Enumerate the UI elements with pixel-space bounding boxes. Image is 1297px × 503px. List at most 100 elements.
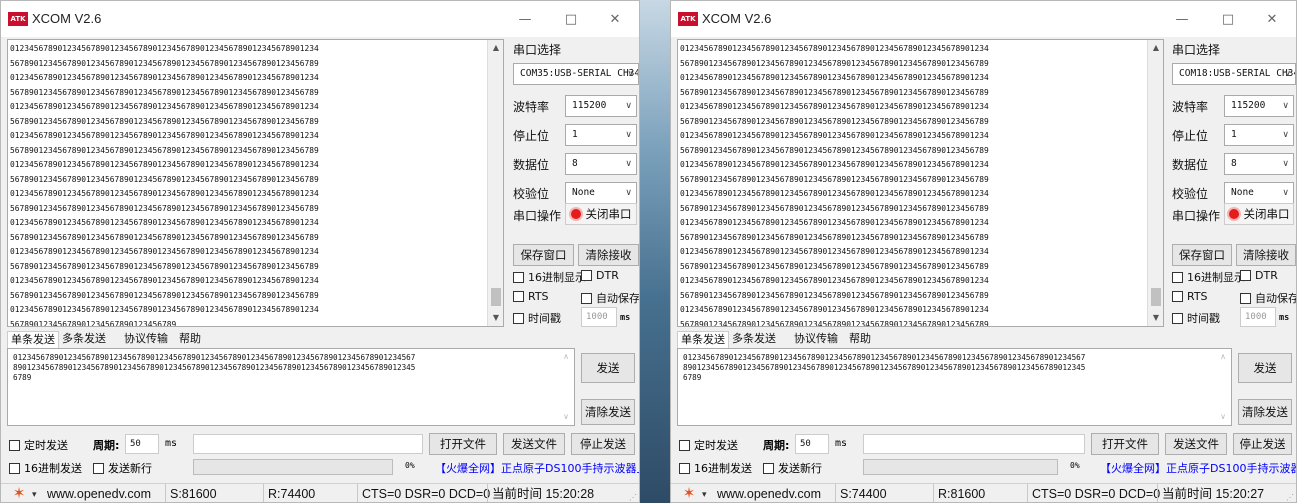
tab-protocol[interactable]: 协议传输 xyxy=(121,331,171,349)
tab-multi-send[interactable]: 多条发送 xyxy=(729,331,779,349)
clear-receive-button[interactable]: 清除接收 xyxy=(578,244,639,266)
hex-display-checkbox[interactable]: 16进制显示 xyxy=(1172,269,1245,285)
dtr-checkbox[interactable]: DTR xyxy=(1240,269,1278,282)
save-window-button[interactable]: 保存窗口 xyxy=(513,244,574,266)
file-path-input[interactable] xyxy=(863,434,1085,454)
close-icon[interactable]: ✕ xyxy=(593,7,637,33)
chevron-down-icon[interactable]: ▾ xyxy=(702,486,707,502)
checkbox-box[interactable] xyxy=(9,440,20,451)
tab-multi-send[interactable]: 多条发送 xyxy=(59,331,109,349)
parity-select[interactable]: None ∨ xyxy=(1224,182,1294,204)
website-link[interactable]: www.openedv.com xyxy=(43,484,151,502)
timestamp-ms-input[interactable]: 1000 xyxy=(1240,307,1276,327)
checkbox-box[interactable] xyxy=(1240,270,1251,281)
minimize-icon[interactable]: — xyxy=(1160,7,1204,33)
maximize-icon[interactable]: □ xyxy=(549,7,593,33)
clear-send-button[interactable]: 清除发送 xyxy=(581,399,635,425)
send-scrollbar[interactable]: ∧ ∨ xyxy=(558,349,574,425)
send-file-button[interactable]: 发送文件 xyxy=(1165,433,1227,455)
data-select[interactable]: 8 ∨ xyxy=(1224,153,1294,175)
checkbox-box[interactable] xyxy=(93,463,104,474)
checkbox-box[interactable] xyxy=(679,463,690,474)
title-bar[interactable]: ATK XCOM V2.6 — □ ✕ xyxy=(671,1,1296,37)
rts-checkbox[interactable]: RTS xyxy=(513,290,549,303)
port-select[interactable]: COM35:USB-SERIAL CH34 ∨ xyxy=(513,63,639,85)
clear-send-button[interactable]: 清除发送 xyxy=(1238,399,1292,425)
receive-textarea[interactable]: 0123456789012345678901234567890123456789… xyxy=(7,39,504,327)
dtr-checkbox[interactable]: DTR xyxy=(581,269,619,282)
scroll-down-icon[interactable]: ∨ xyxy=(558,409,574,425)
checkbox-box[interactable] xyxy=(1172,313,1183,324)
clear-receive-button[interactable]: 清除接收 xyxy=(1236,244,1296,266)
hex-send-checkbox[interactable]: 16进制发送 xyxy=(9,460,82,476)
checkbox-box[interactable] xyxy=(581,270,592,281)
checkbox-box[interactable] xyxy=(1172,291,1183,302)
stop-select[interactable]: 1 ∨ xyxy=(565,124,637,146)
data-select[interactable]: 8 ∨ xyxy=(565,153,637,175)
parity-select[interactable]: None ∨ xyxy=(565,182,637,204)
open-file-button[interactable]: 打开文件 xyxy=(1091,433,1159,455)
checkbox-box[interactable] xyxy=(9,463,20,474)
checkbox-box[interactable] xyxy=(513,291,524,302)
send-newline-checkbox[interactable]: 发送新行 xyxy=(93,460,152,476)
stop-send-button[interactable]: 停止发送 xyxy=(571,433,635,455)
timed-send-checkbox[interactable]: 定时发送 xyxy=(9,437,68,453)
resize-grip-icon[interactable]: ⋰ xyxy=(1286,493,1294,502)
file-path-input[interactable] xyxy=(193,434,423,454)
gear-icon[interactable]: ✶ xyxy=(681,486,697,502)
chevron-down-icon[interactable]: ▾ xyxy=(32,486,37,502)
checkbox-box[interactable] xyxy=(763,463,774,474)
close-icon[interactable]: ✕ xyxy=(1250,7,1294,33)
promo-link[interactable]: 【火爆全网】正点原子DS100手持示波器上市 xyxy=(435,460,639,476)
promo-link[interactable]: 【火爆全网】正点原子DS100手持示波器上市 xyxy=(1100,460,1296,476)
checkbox-box[interactable] xyxy=(1240,293,1251,304)
hex-send-checkbox[interactable]: 16进制发送 xyxy=(679,460,752,476)
website-link[interactable]: www.openedv.com xyxy=(713,484,821,502)
baud-select[interactable]: 115200 ∨ xyxy=(565,95,637,117)
tab-protocol[interactable]: 协议传输 xyxy=(791,331,841,349)
title-bar[interactable]: ATK XCOM V2.6 — □ ✕ xyxy=(1,1,639,37)
timed-send-checkbox[interactable]: 定时发送 xyxy=(679,437,738,453)
auto-save-checkbox[interactable]: 自动保存 xyxy=(1240,290,1296,306)
tab-single-send[interactable]: 单条发送 xyxy=(7,331,59,349)
port-select[interactable]: COM18:USB-SERIAL CH34 ∨ xyxy=(1172,63,1296,85)
scrollbar-thumb[interactable] xyxy=(491,288,501,306)
minimize-icon[interactable]: — xyxy=(503,7,547,33)
period-input[interactable]: 50 xyxy=(795,434,829,454)
maximize-icon[interactable]: □ xyxy=(1206,7,1250,33)
close-port-button[interactable]: 关闭串口 xyxy=(565,203,637,225)
receive-textarea[interactable]: 0123456789012345678901234567890123456789… xyxy=(677,39,1164,327)
hex-display-checkbox[interactable]: 16进制显示 xyxy=(513,269,586,285)
send-scrollbar[interactable]: ∧ ∨ xyxy=(1215,349,1231,425)
send-newline-checkbox[interactable]: 发送新行 xyxy=(763,460,822,476)
resize-grip-icon[interactable]: ⋰ xyxy=(629,493,637,502)
stop-select[interactable]: 1 ∨ xyxy=(1224,124,1294,146)
checkbox-box[interactable] xyxy=(679,440,690,451)
stop-send-button[interactable]: 停止发送 xyxy=(1233,433,1292,455)
send-textarea[interactable]: 0123456789012345678901234567890123456789… xyxy=(677,348,1232,426)
checkbox-box[interactable] xyxy=(581,293,592,304)
checkbox-box[interactable] xyxy=(1172,272,1183,283)
tab-single-send[interactable]: 单条发送 xyxy=(677,331,729,349)
rts-checkbox[interactable]: RTS xyxy=(1172,290,1208,303)
save-window-button[interactable]: 保存窗口 xyxy=(1172,244,1232,266)
send-button[interactable]: 发送 xyxy=(1238,353,1292,383)
period-input[interactable]: 50 xyxy=(125,434,159,454)
auto-save-checkbox[interactable]: 自动保存 xyxy=(581,290,639,306)
close-port-button[interactable]: 关闭串口 xyxy=(1224,203,1294,225)
baud-select[interactable]: 115200 ∨ xyxy=(1224,95,1294,117)
checkbox-box[interactable] xyxy=(513,313,524,324)
scroll-down-icon[interactable]: ∨ xyxy=(1215,409,1231,425)
timestamp-checkbox[interactable]: 时间戳 xyxy=(513,310,561,326)
scroll-up-icon[interactable]: ∧ xyxy=(558,349,574,365)
checkbox-box[interactable] xyxy=(513,272,524,283)
send-textarea[interactable]: 0123456789012345678901234567890123456789… xyxy=(7,348,575,426)
tab-help[interactable]: 帮助 xyxy=(176,331,204,349)
gear-icon[interactable]: ✶ xyxy=(11,486,27,502)
tab-help[interactable]: 帮助 xyxy=(846,331,874,349)
send-file-button[interactable]: 发送文件 xyxy=(503,433,565,455)
scroll-up-icon[interactable]: ∧ xyxy=(1215,349,1231,365)
send-button[interactable]: 发送 xyxy=(581,353,635,383)
open-file-button[interactable]: 打开文件 xyxy=(429,433,497,455)
timestamp-ms-input[interactable]: 1000 xyxy=(581,307,617,327)
